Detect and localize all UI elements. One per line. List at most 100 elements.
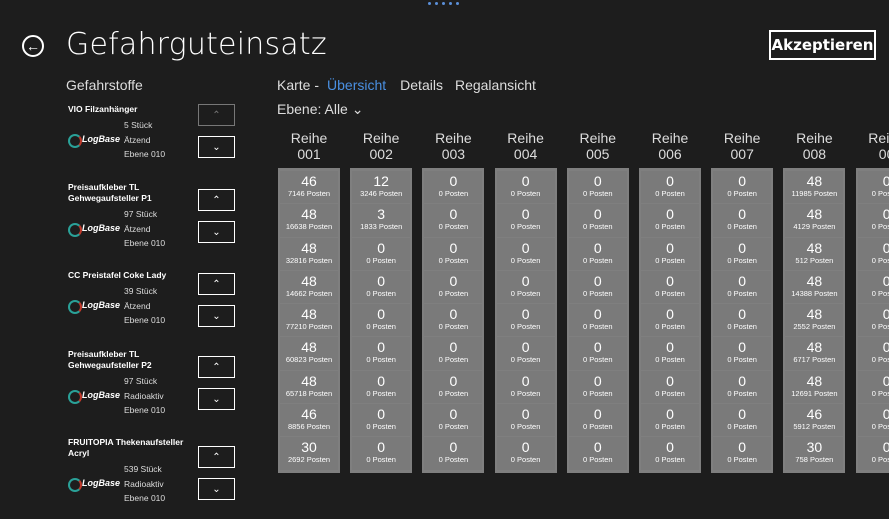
level-cell[interactable]: 00 Posten	[496, 437, 555, 470]
level-cell[interactable]: 00 Posten	[424, 437, 483, 470]
move-down-button[interactable]: ⌄	[198, 478, 235, 500]
tab-details[interactable]: Details	[400, 77, 443, 93]
row-column[interactable]: Reihe 001 46 7146 Posten 48 16638 Posten 48 328…	[278, 130, 340, 473]
level-cell[interactable]: 00 Posten	[713, 237, 772, 270]
level-cell[interactable]: 00 Posten	[352, 337, 411, 370]
move-down-button[interactable]: ⌄	[198, 388, 235, 410]
level-cell[interactable]: 00 Posten	[424, 404, 483, 437]
level-cell[interactable]: 48 512 Posten	[785, 237, 844, 270]
move-up-button[interactable]: ⌃	[198, 446, 235, 468]
move-down-button[interactable]: ⌄	[198, 221, 235, 243]
level-cell[interactable]: 00 Posten	[857, 270, 889, 304]
move-up-button[interactable]: ⌃	[198, 273, 235, 295]
level-cell[interactable]: 00 Posten	[568, 404, 627, 437]
move-down-button[interactable]: ⌄	[198, 305, 235, 327]
move-up-button[interactable]: ⌃	[198, 189, 235, 211]
back-arrow-icon[interactable]: ←	[22, 35, 44, 57]
level-cell[interactable]: 00 Posten	[352, 404, 411, 437]
level-cell[interactable]: 00 Posten	[568, 337, 627, 370]
move-up-button[interactable]: ⌃	[198, 104, 235, 126]
level-cell[interactable]: 48 4129 Posten	[785, 204, 844, 237]
level-cell[interactable]: 00 Posten	[713, 404, 772, 437]
level-cell[interactable]: 48 32816 Posten	[280, 237, 338, 270]
level-cell[interactable]: 30 2692 Posten	[280, 437, 338, 470]
level-cell[interactable]: 00 Posten	[568, 370, 627, 404]
level-cell[interactable]: 00 Posten	[424, 370, 483, 404]
level-cell[interactable]: 00 Posten	[568, 270, 627, 304]
level-cell[interactable]: 48 6717 Posten	[785, 337, 844, 370]
level-cell[interactable]: 48 60823 Posten	[280, 337, 338, 370]
level-cell[interactable]: 00 Posten	[568, 171, 627, 204]
level-cell[interactable]: 00 Posten	[496, 370, 555, 404]
level-cell[interactable]: 00 Posten	[641, 171, 699, 204]
level-cell[interactable]: 00 Posten	[496, 404, 555, 437]
level-cell[interactable]: 00 Posten	[424, 171, 483, 204]
level-cell[interactable]: 46 8856 Posten	[280, 404, 338, 437]
level-cell[interactable]: 00 Posten	[641, 370, 699, 404]
tab-regalansicht[interactable]: Regalansicht	[455, 77, 536, 93]
level-cell[interactable]: 00 Posten	[713, 337, 772, 370]
level-cell[interactable]: 00 Posten	[713, 437, 772, 470]
level-cell[interactable]: 48 65718 Posten	[280, 370, 338, 404]
level-cell[interactable]: 00 Posten	[857, 304, 889, 337]
row-column[interactable]: Reihe0000 Posten00 Posten00 Posten00 Pos…	[855, 130, 889, 473]
level-cell[interactable]: 00 Posten	[857, 337, 889, 370]
row-column[interactable]: Reihe 006 0 0 Posten 0 0 Posten 0 0 Posten 0 0 Po…	[639, 130, 701, 473]
level-cell[interactable]: 48 14662 Posten	[280, 270, 338, 304]
level-cell[interactable]: 48 11985 Posten	[785, 171, 844, 204]
level-cell[interactable]: 00 Posten	[424, 337, 483, 370]
level-cell[interactable]: 30 758 Posten	[785, 437, 844, 470]
hazard-item[interactable]: VIO Filzanhänger LogBase 5 Stück Ätzend Eben…	[68, 104, 268, 175]
level-cell[interactable]: 00 Posten	[352, 237, 411, 270]
level-cell[interactable]: 00 Posten	[857, 404, 889, 437]
level-cell[interactable]: 00 Posten	[568, 204, 627, 237]
level-cell[interactable]: 00 Posten	[424, 304, 483, 337]
hazard-item[interactable]: FRUITOPIA Thekenaufsteller Acryl LogBase 5…	[68, 437, 268, 519]
row-column[interactable]: Reihe 008 48 11985 Posten 48 4129 Posten 48 512…	[783, 130, 846, 473]
level-cell[interactable]: 00 Posten	[641, 437, 699, 470]
level-cell[interactable]: 00 Posten	[641, 404, 699, 437]
row-column[interactable]: Reihe 002 12 3246 Posten 3 1833 Posten 0 0 Post…	[350, 130, 413, 473]
level-cell[interactable]: 46 7146 Posten	[280, 171, 338, 204]
move-up-button[interactable]: ⌃	[198, 356, 235, 378]
level-cell[interactable]: 00 Posten	[568, 304, 627, 337]
accept-button[interactable]: Akzeptieren	[769, 30, 876, 60]
level-cell[interactable]: 00 Posten	[641, 270, 699, 304]
level-cell[interactable]: 00 Posten	[352, 304, 411, 337]
level-cell[interactable]: 00 Posten	[352, 270, 411, 304]
level-cell[interactable]: 48 14388 Posten	[785, 270, 844, 304]
hazard-item[interactable]: CC Preistafel Coke Lady LogBase 39 Stück Ät…	[68, 270, 268, 341]
level-cell[interactable]: 00 Posten	[857, 171, 889, 204]
level-cell[interactable]: 00 Posten	[568, 437, 627, 470]
level-cell[interactable]: 48 2552 Posten	[785, 304, 844, 337]
level-cell[interactable]: 00 Posten	[713, 370, 772, 404]
level-cell[interactable]: 00 Posten	[496, 337, 555, 370]
level-cell[interactable]: 00 Posten	[641, 304, 699, 337]
level-cell[interactable]: 00 Posten	[568, 237, 627, 270]
level-cell[interactable]: 00 Posten	[641, 204, 699, 237]
row-column[interactable]: Reihe 005 0 0 Posten 0 0 Posten 0 0 Posten 0 0 Po…	[566, 130, 629, 473]
level-cell[interactable]: 00 Posten	[424, 270, 483, 304]
level-cell[interactable]: 00 Posten	[352, 437, 411, 470]
row-column[interactable]: Reihe 007 0 0 Posten 0 0 Posten 0 0 Posten 0 0 Po…	[711, 130, 774, 473]
level-cell[interactable]: 46 5912 Posten	[785, 404, 844, 437]
level-cell[interactable]: 00 Posten	[713, 304, 772, 337]
level-cell[interactable]: 00 Posten	[496, 171, 555, 204]
move-down-button[interactable]: ⌄	[198, 136, 235, 158]
level-cell[interactable]: 00 Posten	[641, 337, 699, 370]
level-cell[interactable]: 00 Posten	[496, 270, 555, 304]
row-column[interactable]: Reihe 004 0 0 Posten 0 0 Posten 0 0 Posten 0 0 Po…	[494, 130, 557, 473]
level-cell[interactable]: 00 Posten	[857, 370, 889, 404]
level-cell[interactable]: 00 Posten	[496, 237, 555, 270]
row-column[interactable]: Reihe 003 0 0 Posten 0 0 Posten 0 0 Posten 0 0 Po…	[422, 130, 485, 473]
level-cell[interactable]: 48 12691 Posten	[785, 370, 844, 404]
level-cell[interactable]: 00 Posten	[424, 204, 483, 237]
level-cell[interactable]: 00 Posten	[713, 204, 772, 237]
level-cell[interactable]: 00 Posten	[713, 171, 772, 204]
level-cell[interactable]: 00 Posten	[857, 237, 889, 270]
tab-uebersicht[interactable]: Übersicht	[327, 77, 386, 93]
level-cell[interactable]: 00 Posten	[424, 237, 483, 270]
level-filter[interactable]: Ebene: Alle ⌄	[277, 101, 363, 118]
level-cell[interactable]: 12 3246 Posten	[352, 171, 411, 204]
level-cell[interactable]: 00 Posten	[641, 237, 699, 270]
